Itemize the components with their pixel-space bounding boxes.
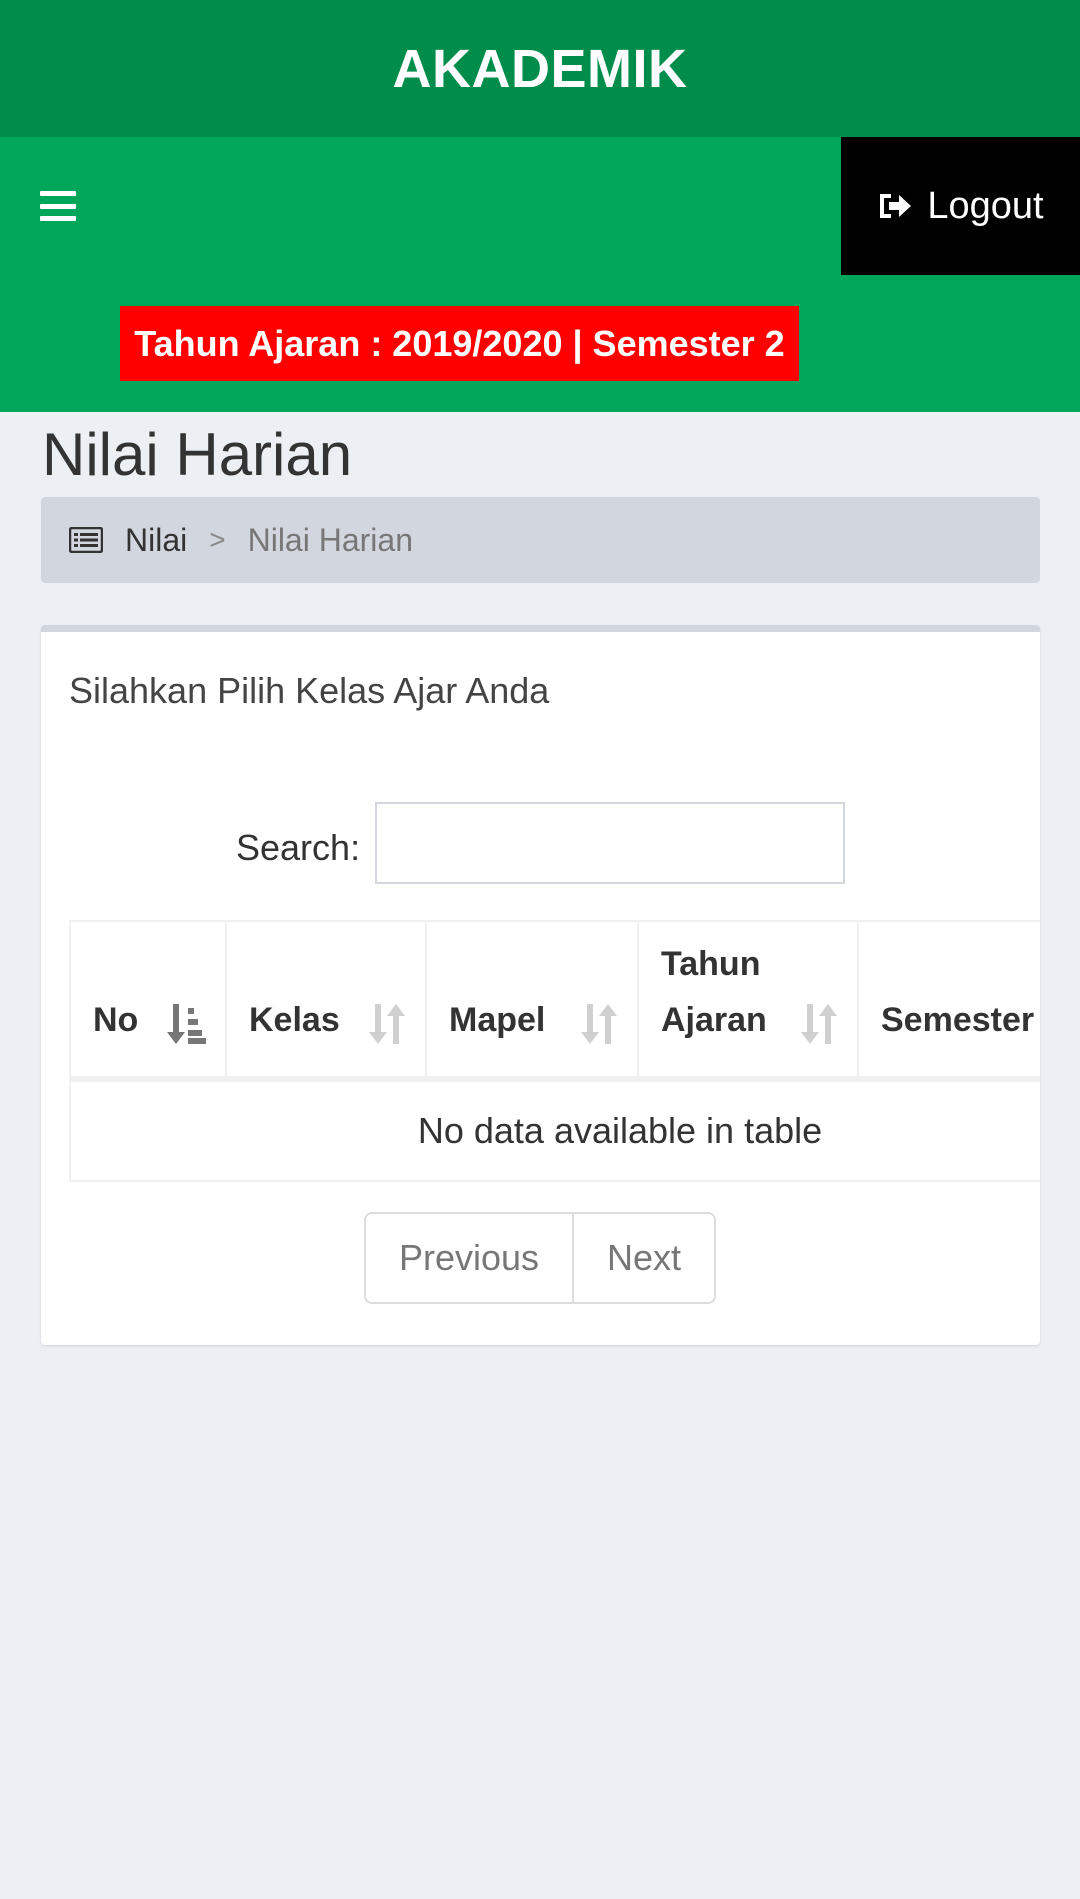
list-icon — [69, 527, 103, 553]
column-header-tahun-ajaran[interactable]: Tahun Ajaran — [637, 920, 859, 1082]
search-label: Search: — [236, 827, 361, 868]
sort-icon — [801, 1004, 837, 1044]
page-title: Nilai Harian — [42, 421, 353, 488]
breadcrumb-item-current: Nilai Harian — [247, 521, 413, 558]
box-title: Silahkan Pilih Kelas Ajar Anda — [69, 670, 550, 711]
academic-period-badge: Tahun Ajaran : 2019/2020 | Semester 2 — [120, 306, 799, 381]
menu-toggle-icon[interactable] — [40, 191, 76, 221]
table-row: No data available in table — [69, 1078, 1040, 1182]
logout-label: Logout — [927, 184, 1044, 227]
logout-button[interactable]: Logout — [841, 137, 1080, 275]
sort-ascending-icon — [167, 1004, 206, 1044]
data-table: No Kelas Mapel Tahun Ajaran Semester No … — [69, 920, 1040, 1182]
content-box: Silahkan Pilih Kelas Ajar Anda Search: N… — [41, 625, 1040, 1345]
sort-icon — [369, 1004, 405, 1044]
breadcrumb-item-nilai[interactable]: Nilai — [125, 522, 187, 559]
search-input[interactable] — [375, 802, 845, 884]
previous-page-button[interactable]: Previous — [366, 1214, 574, 1302]
table-header-row: No Kelas Mapel Tahun Ajaran Semester — [69, 920, 1040, 1082]
column-header-no[interactable]: No — [69, 920, 227, 1082]
table-container: No Kelas Mapel Tahun Ajaran Semester No … — [69, 920, 1040, 1192]
app-title: AKADEMIK — [392, 38, 688, 99]
column-header-semester[interactable]: Semester — [857, 920, 1040, 1082]
breadcrumb: Nilai > Nilai Harian — [41, 497, 1040, 583]
column-header-kelas[interactable]: Kelas — [225, 920, 427, 1082]
sort-icon — [581, 1004, 617, 1044]
column-header-mapel[interactable]: Mapel — [425, 920, 639, 1082]
breadcrumb-separator: > — [209, 524, 226, 555]
empty-table-message: No data available in table — [69, 1078, 1040, 1182]
next-page-button[interactable]: Next — [574, 1214, 714, 1302]
app-logo[interactable]: AKADEMIK — [0, 0, 1080, 137]
sign-out-icon — [880, 194, 912, 218]
pagination: Previous Next — [364, 1212, 716, 1304]
